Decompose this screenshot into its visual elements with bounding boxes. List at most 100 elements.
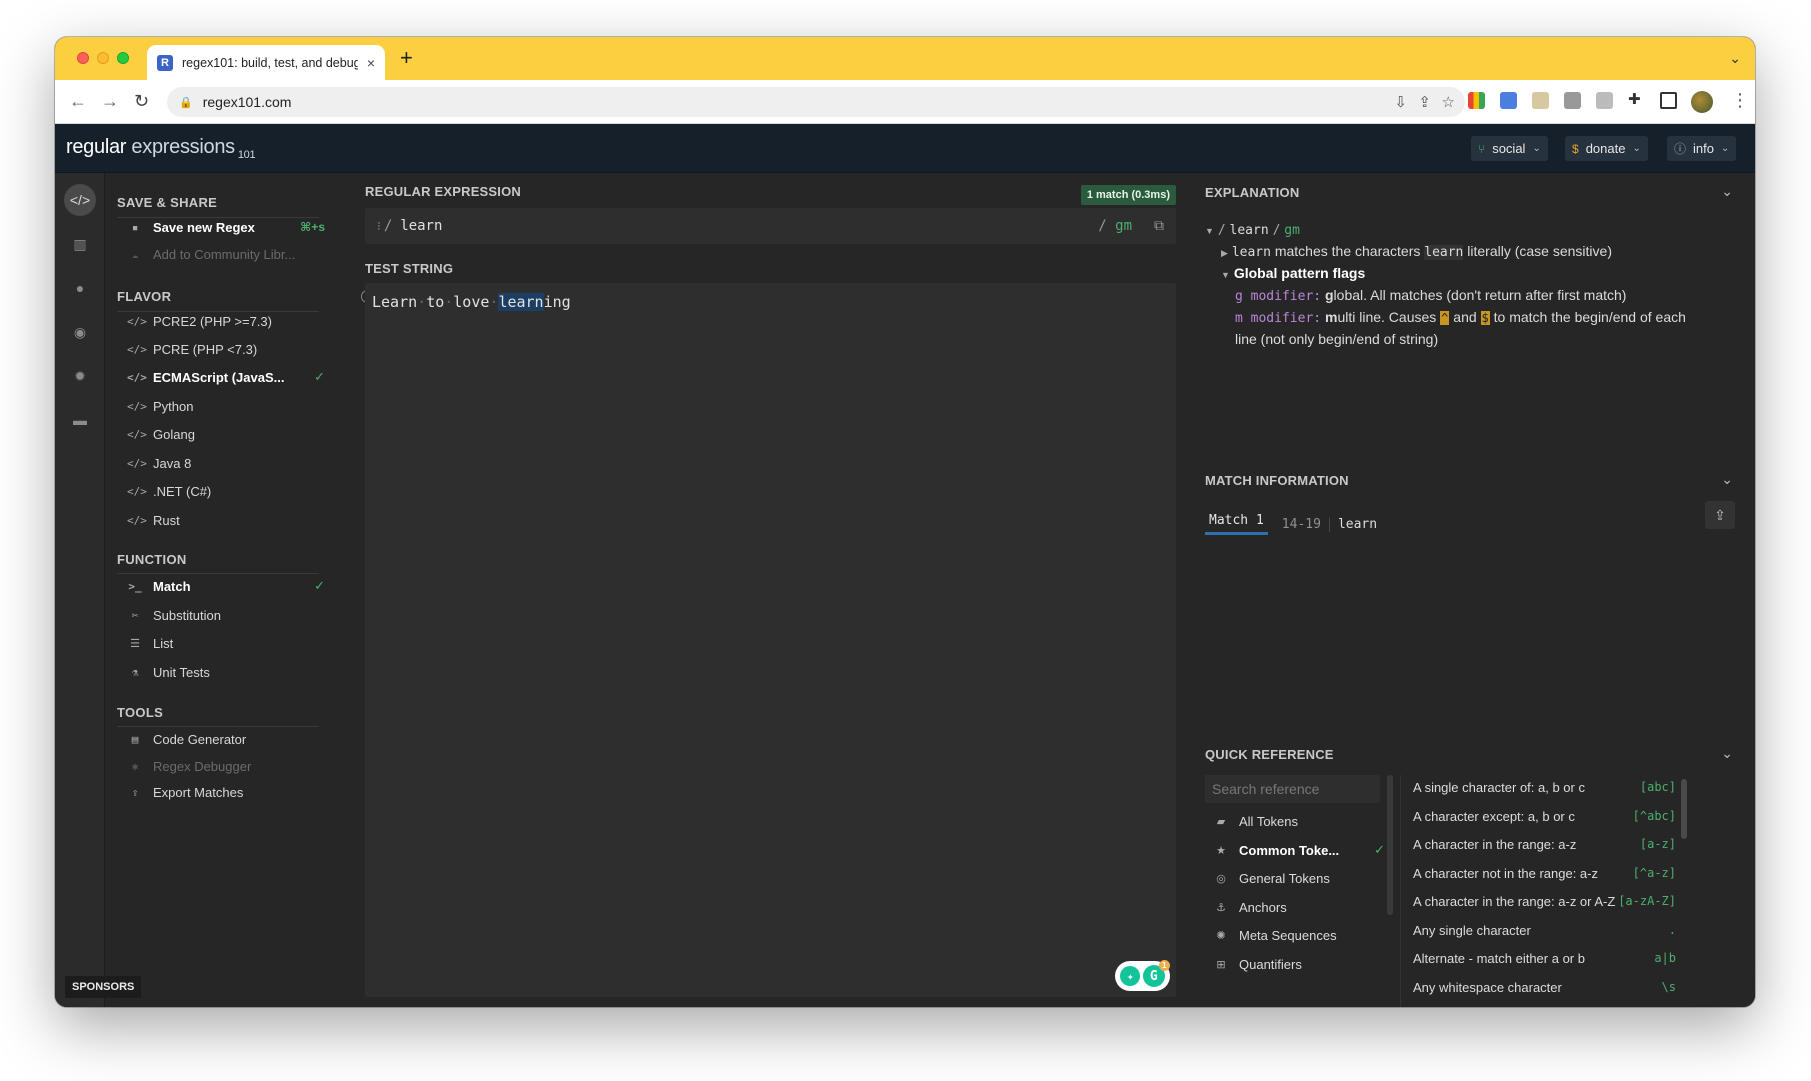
flavor-dotnet[interactable]: </> .NET (C#)	[127, 480, 325, 502]
regex-input[interactable]: ⁝ / learn / gm ⧉	[365, 208, 1176, 244]
reference-row[interactable]: A single character of: a, b or c [abc]	[1413, 775, 1676, 799]
flavor-pcre[interactable]: </> PCRE (PHP <7.3)	[127, 338, 325, 360]
info-button[interactable]: ⓘ info ⌄	[1667, 136, 1737, 161]
flavor-label: .NET (C#)	[153, 483, 212, 499]
regex-flags[interactable]: / gm	[1098, 218, 1132, 234]
flavor-rust[interactable]: </> Rust	[127, 509, 325, 531]
bug-icon: ✱	[131, 759, 139, 773]
bookmark-star-icon[interactable]: ☆	[1442, 93, 1455, 111]
sidepanel-icon[interactable]	[1660, 92, 1677, 109]
code-icon: </>	[127, 370, 147, 384]
extension-color-icon[interactable]	[1468, 92, 1485, 109]
save-new-regex-button[interactable]: ▪ Save new Regex ⌘+s	[127, 216, 325, 238]
forward-button[interactable]: →	[101, 90, 119, 112]
reload-button[interactable]: ↻	[134, 90, 149, 112]
collapse-chevron-icon[interactable]: ⌄	[1721, 745, 1733, 762]
reference-row[interactable]: A character in the range: a-z or A-Z [a-z…	[1413, 889, 1676, 913]
list-icon: ☰	[130, 636, 140, 650]
tool-code-generator[interactable]: ▤ Code Generator	[127, 728, 325, 750]
settings-gear-icon[interactable]: ✹	[64, 360, 96, 392]
flavor-java8[interactable]: </> Java 8	[127, 452, 325, 474]
flavor-ecmascript[interactable]: </> ECMAScript (JavaS... ✓	[127, 366, 325, 388]
camera-extension-icon[interactable]	[1564, 92, 1581, 109]
tab-close-icon[interactable]: ×	[367, 55, 375, 71]
tool-regex-debugger[interactable]: ✱ Regex Debugger	[127, 755, 325, 777]
browser-menu-icon[interactable]: ⋮	[1731, 90, 1749, 111]
qr-category[interactable]: ▰ All Tokens	[1215, 810, 1385, 832]
reference-row[interactable]: Alternate - match either a or b a|b	[1413, 946, 1676, 970]
tool-label: Export Matches	[153, 784, 244, 800]
account-icon[interactable]: ●	[64, 272, 96, 304]
explanation-root[interactable]: ▼ / learn / gm	[1205, 221, 1300, 238]
install-app-icon[interactable]: ⇩	[1394, 93, 1407, 111]
match-count-badge: 1 match (0.3ms)	[1080, 185, 1176, 205]
new-tab-button[interactable]: +	[400, 47, 413, 69]
donate-button[interactable]: $ donate ⌄	[1565, 136, 1648, 161]
collapse-chevron-icon[interactable]: ⌄	[1721, 183, 1733, 200]
tool-export-matches[interactable]: ⇪ Export Matches	[127, 781, 325, 803]
reference-row[interactable]: A character except: a, b or c [^abc]	[1413, 804, 1676, 828]
export-matches-icon[interactable]: ⇪	[1705, 501, 1735, 529]
sponsors-label[interactable]: SPONSORS	[65, 976, 142, 998]
reference-row[interactable]: Any whitespace character \s	[1413, 975, 1676, 999]
category-scrollbar[interactable]	[1387, 775, 1393, 915]
collapse-chevron-icon[interactable]: ⌄	[1721, 471, 1733, 488]
explanation-token-line[interactable]: ▶ learn matches the characters learn lit…	[1221, 243, 1612, 260]
screenshot-extension-icon[interactable]	[1596, 92, 1613, 109]
function-list[interactable]: ☰ List	[127, 632, 325, 654]
close-window-button[interactable]	[77, 52, 89, 64]
chat-icon[interactable]: ▬	[64, 404, 96, 436]
function-unit-tests[interactable]: ⚗ Unit Tests	[127, 661, 325, 683]
reference-scrollbar[interactable]	[1681, 779, 1687, 839]
triangle-down-icon: ▼	[1221, 270, 1230, 280]
library-icon[interactable]: ▥	[64, 228, 96, 260]
qr-category[interactable]: ⊞ Quantifiers	[1215, 953, 1385, 975]
image-extension-icon[interactable]	[1532, 92, 1549, 109]
divider	[117, 573, 319, 574]
lock-icon: 🔒	[179, 96, 193, 109]
share-icon[interactable]: ⇪	[1418, 93, 1431, 111]
flavor-golang[interactable]: </> Golang	[127, 423, 325, 445]
translate-extension-icon[interactable]	[1500, 92, 1517, 109]
grammarly-widget[interactable]: ✦ G1	[1115, 960, 1170, 991]
delimiter-menu-icon[interactable]: ⁝	[377, 219, 381, 233]
regex-editor-icon[interactable]: </>	[64, 184, 96, 216]
reference-row[interactable]: A character not in the range: a-z [^a-z]	[1413, 861, 1676, 885]
add-to-community-button[interactable]: ☁ Add to Community Libr...	[127, 243, 325, 265]
back-button[interactable]: ←	[69, 90, 87, 112]
copy-icon[interactable]: ⧉	[1154, 218, 1164, 234]
social-button[interactable]: ⑂ social ⌄	[1471, 136, 1548, 161]
match-value: learn	[1337, 516, 1378, 532]
flavor-pcre2[interactable]: </> PCRE2 (PHP >=7.3)	[127, 310, 325, 332]
regex-pattern[interactable]: learn	[400, 218, 442, 234]
social-icon: ⑂	[1478, 141, 1486, 156]
reference-search-input[interactable]	[1205, 775, 1380, 803]
qr-category[interactable]: ★ Common Toke... ✓	[1215, 839, 1385, 861]
function-match[interactable]: >_ Match ✓	[127, 575, 325, 597]
function-substitution[interactable]: ✂ Substitution	[127, 604, 325, 626]
regex101-logo[interactable]: regular expressions 101	[66, 136, 256, 161]
quiz-gamepad-icon[interactable]: ◉	[64, 316, 96, 348]
minimize-window-button[interactable]	[97, 52, 109, 64]
address-bar[interactable]: 🔒 regex101.com ⇩ ⇪ ☆	[167, 87, 1465, 117]
browser-tab[interactable]: R regex101: build, test, and debug regex…	[147, 45, 385, 80]
test-string-input[interactable]: Learn·to·love·learning ✦ G1	[365, 283, 1176, 997]
flavor-python[interactable]: </> Python	[127, 395, 325, 417]
flavor-label: ECMAScript (JavaS...	[153, 369, 285, 385]
reference-row[interactable]: Any single character.	[1413, 918, 1676, 942]
grammarly-icon: G1	[1142, 960, 1170, 987]
g-modifier-label: g modifier:	[1235, 289, 1322, 304]
tab-title: regex101: build, test, and debug regex	[182, 55, 358, 70]
match-row[interactable]: Match 1 14-19 learn	[1205, 513, 1377, 535]
tab-search-chevron-icon[interactable]: ⌄	[1729, 50, 1741, 67]
profile-avatar[interactable]	[1691, 91, 1713, 113]
qr-category[interactable]: ✺ Meta Sequences	[1215, 924, 1385, 946]
flags-heading[interactable]: ▼ Global pattern flags	[1221, 265, 1365, 281]
reference-row[interactable]: A character in the range: a-z [a-z]	[1413, 832, 1676, 856]
puzzle-extensions-icon[interactable]: ✚	[1628, 90, 1645, 108]
maximize-window-button[interactable]	[117, 52, 129, 64]
match-label: Match 1	[1205, 513, 1268, 535]
reference-desc: A character in the range: a-z or A-Z	[1413, 893, 1616, 909]
qr-category[interactable]: ◎ General Tokens	[1215, 867, 1385, 889]
qr-category[interactable]: ⚓ Anchors	[1215, 896, 1385, 918]
